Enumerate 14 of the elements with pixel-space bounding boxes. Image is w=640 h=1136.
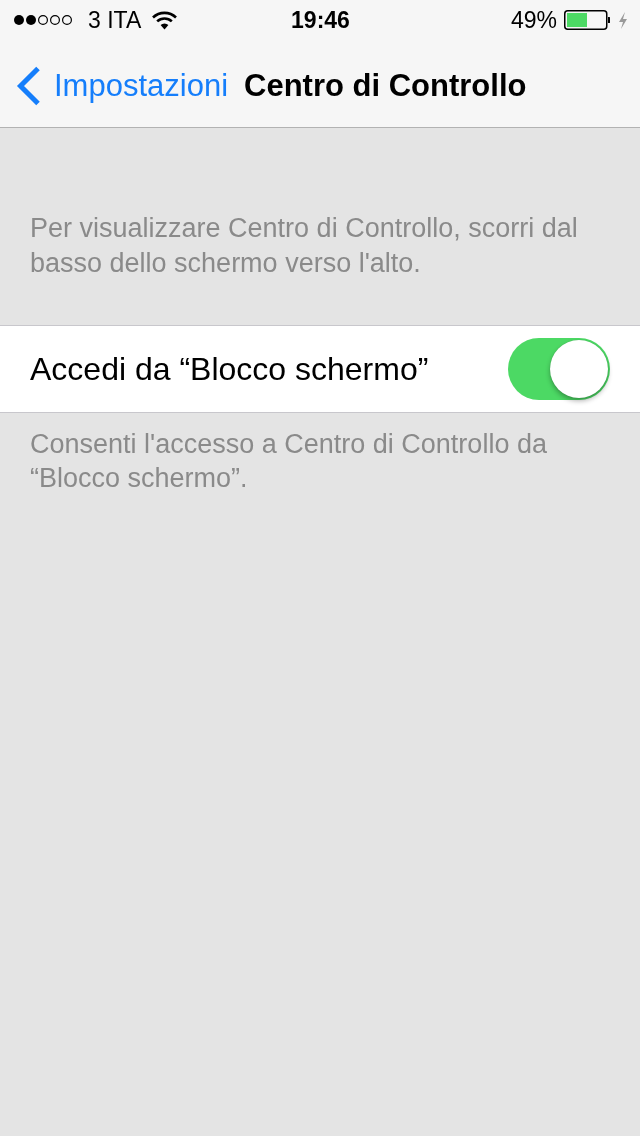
clock-time: 19:46 <box>291 6 350 34</box>
section-footer-text: Consenti l'accesso a Centro di Controllo da “Blocco schermo”. <box>29 428 548 495</box>
wifi-icon <box>152 10 178 30</box>
section-header-text: Per visualizzare Centro di Controllo, scorri dal basso dello schermo verso l'alto. <box>29 212 579 280</box>
setting-label: Accedi da “Blocco schermo” <box>30 350 429 388</box>
battery-icon <box>564 10 610 30</box>
back-button[interactable]: Impostazioni <box>16 65 229 106</box>
signal-strength-icon <box>13 14 73 26</box>
chevron-left-icon <box>16 65 41 106</box>
carrier-name: 3 ITA <box>88 6 142 34</box>
charging-bolt-icon <box>618 11 628 29</box>
battery-percentage: 49% <box>510 6 557 34</box>
toggle-switch[interactable] <box>508 338 610 400</box>
navigation-title: Centro di Controllo <box>244 67 527 104</box>
